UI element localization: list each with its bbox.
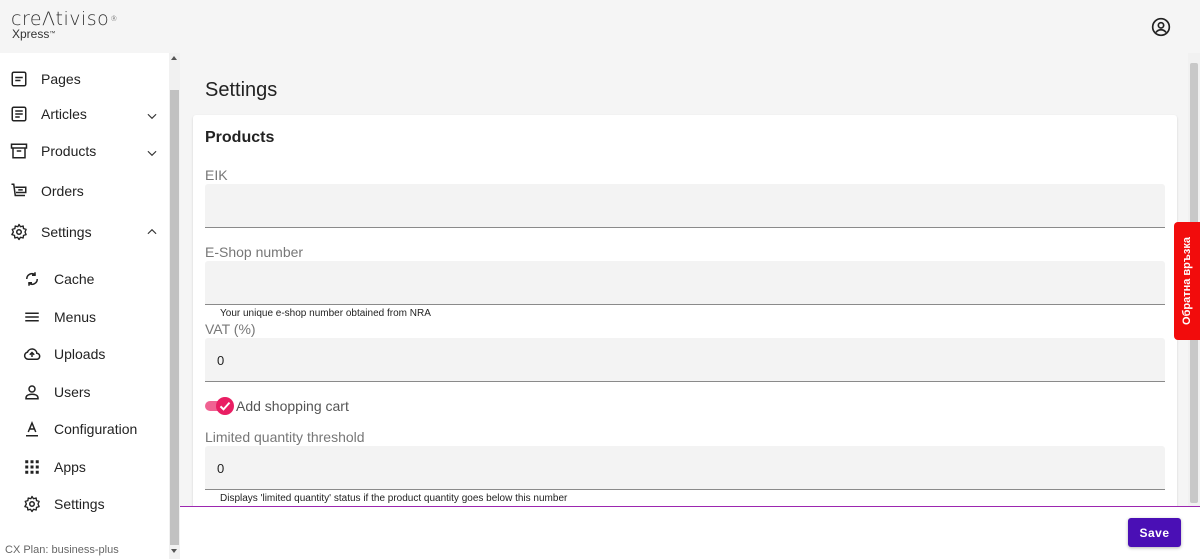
logo-registered-mark: ® xyxy=(110,15,118,23)
sidebar-subitem-cache[interactable]: Cache xyxy=(0,262,168,296)
chevron-down-icon[interactable] xyxy=(145,146,159,160)
sidebar-item-label: Articles xyxy=(41,106,87,122)
save-button[interactable]: Save xyxy=(1128,518,1181,547)
eshop-number-hint: Your unique e-shop number obtained from … xyxy=(220,308,431,319)
logo[interactable]: creΛtiviso® Xpress™ xyxy=(11,9,121,43)
articles-icon xyxy=(11,106,27,122)
sidebar-item-label: Configuration xyxy=(54,421,138,437)
gear-icon xyxy=(11,223,27,241)
sidebar-scrollbar[interactable] xyxy=(169,53,180,559)
sidebar-subitem-uploads[interactable]: Uploads xyxy=(0,337,168,371)
page-title: Settings xyxy=(205,79,278,101)
person-icon xyxy=(25,385,39,400)
account-icon[interactable] xyxy=(1151,17,1171,37)
main-content: Settings Products EIK E-Shop number Your… xyxy=(180,53,1188,506)
chevron-down-icon[interactable] xyxy=(145,109,159,123)
sidebar-subitem-settings[interactable]: Settings xyxy=(0,487,168,521)
sidebar-scrollbar-thumb[interactable] xyxy=(170,90,179,545)
feedback-tab[interactable]: Обратна връзка xyxy=(1174,222,1200,340)
sidebar-item-label: Products xyxy=(41,143,97,159)
archive-icon xyxy=(10,143,28,159)
add-shopping-cart-toggle[interactable] xyxy=(205,397,234,415)
footer-bar: Save xyxy=(180,506,1200,559)
sidebar-subitem-configuration[interactable]: Configuration xyxy=(0,412,168,446)
threshold-value: 0 xyxy=(217,461,225,476)
eshop-number-label: E-Shop number xyxy=(205,244,304,260)
sidebar: Pages Articles Products Orders Settings … xyxy=(0,53,180,559)
threshold-field[interactable]: 0 xyxy=(205,446,1165,490)
sidebar-item-orders[interactable]: Orders xyxy=(0,174,168,208)
sidebar-item-label: Uploads xyxy=(54,346,106,362)
scroll-up-arrow-icon[interactable] xyxy=(171,56,177,60)
chevron-up-icon[interactable] xyxy=(145,225,159,239)
sidebar-subitem-menus[interactable]: Menus xyxy=(0,300,168,334)
pages-icon xyxy=(11,71,27,87)
apps-icon xyxy=(25,460,39,474)
sidebar-item-settings[interactable]: Settings xyxy=(0,215,168,249)
refresh-icon xyxy=(25,272,39,286)
menu-icon xyxy=(25,312,39,322)
plan-label: CX Plan: business-plus xyxy=(5,544,119,556)
font-icon xyxy=(26,421,38,437)
logo-trademark: ™ xyxy=(49,31,56,37)
sidebar-item-label: Menus xyxy=(54,309,97,325)
add-shopping-cart-label: Add shopping cart xyxy=(236,398,349,414)
eshop-number-field[interactable] xyxy=(205,261,1165,305)
sidebar-item-label: Cache xyxy=(54,271,95,287)
vat-value: 0 xyxy=(217,353,225,368)
sidebar-item-label: Settings xyxy=(41,224,92,240)
sidebar-subitem-apps[interactable]: Apps xyxy=(0,450,168,484)
sidebar-subitem-users[interactable]: Users xyxy=(0,375,168,409)
sidebar-item-pages[interactable]: Pages xyxy=(0,62,168,96)
threshold-label: Limited quantity threshold xyxy=(205,429,365,445)
gear-icon xyxy=(24,495,40,513)
eik-label: EIK xyxy=(205,167,228,183)
products-settings-card: Products EIK E-Shop number Your unique e… xyxy=(193,115,1177,506)
app-header: creΛtiviso® Xpress™ xyxy=(0,0,1200,53)
sidebar-item-label: Pages xyxy=(41,71,81,87)
orders-icon xyxy=(11,183,27,197)
sidebar-item-label: Users xyxy=(54,384,91,400)
vat-label: VAT (%) xyxy=(205,321,256,337)
threshold-hint: Displays 'limited quantity' status if th… xyxy=(220,493,568,504)
scroll-down-arrow-icon[interactable] xyxy=(171,549,177,553)
sidebar-item-products[interactable]: Products xyxy=(0,134,168,168)
vat-field[interactable]: 0 xyxy=(205,338,1165,382)
card-title: Products xyxy=(205,129,275,146)
feedback-label: Обратна връзка xyxy=(1181,237,1193,325)
sidebar-item-label: Orders xyxy=(41,183,84,199)
cloud-upload-icon xyxy=(23,348,41,361)
sidebar-item-articles[interactable]: Articles xyxy=(0,97,168,131)
eik-field[interactable] xyxy=(205,184,1165,228)
logo-sub: Xpress xyxy=(12,27,50,41)
sidebar-item-label: Settings xyxy=(54,496,105,512)
sidebar-item-label: Apps xyxy=(54,459,86,475)
checkmark-icon xyxy=(219,401,231,411)
